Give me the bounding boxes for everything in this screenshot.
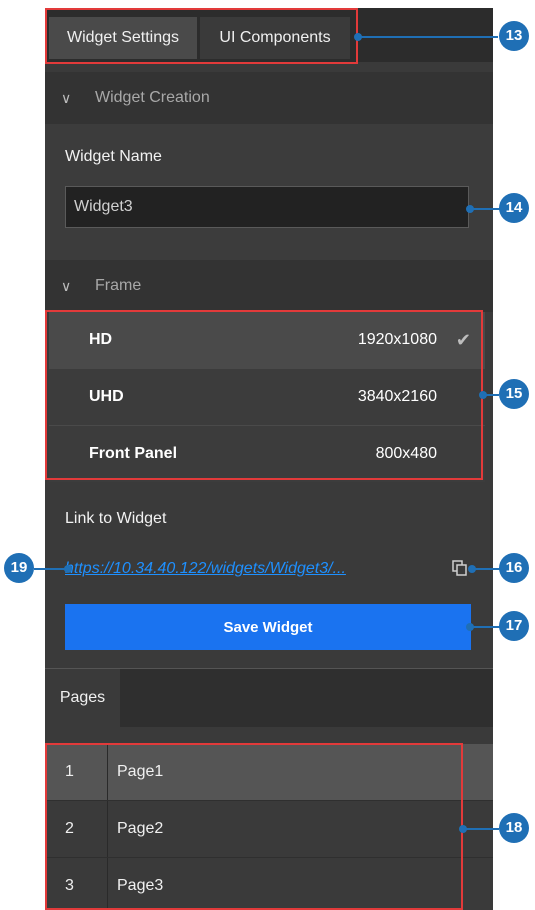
callout-dot: [468, 565, 476, 573]
callout-17: 17: [499, 611, 529, 641]
tab-widget-settings[interactable]: Widget Settings: [49, 17, 197, 59]
frame-option-resolution: 3840x2160: [357, 388, 437, 405]
pages-tab-bar: Pages: [45, 668, 493, 727]
page-number: 3: [65, 877, 74, 894]
widget-creation-title: Widget Creation: [95, 89, 210, 106]
widget-name-input[interactable]: [65, 186, 469, 228]
callout-connector: [470, 208, 500, 210]
frame-option-resolution: 1920x1080: [357, 331, 437, 348]
callout-dot: [354, 33, 362, 41]
widget-creation-header[interactable]: ∨ Widget Creation: [45, 72, 493, 124]
callout-13: 13: [499, 21, 529, 51]
callout-18: 18: [499, 813, 529, 843]
page-number: 2: [65, 820, 74, 837]
top-tab-bar: Widget Settings UI Components: [45, 8, 493, 62]
column-divider: [107, 858, 108, 910]
frame-option-front-panel[interactable]: Front Panel 800x480: [49, 426, 485, 482]
callout-connector: [470, 626, 500, 628]
page-name: Page2: [117, 820, 164, 837]
page-row[interactable]: 3 Page3: [45, 858, 493, 910]
callout-dot: [466, 205, 474, 213]
page-number: 1: [65, 763, 74, 780]
frame-header[interactable]: ∨ Frame: [45, 260, 493, 312]
check-icon: ✔: [455, 330, 471, 350]
callout-dot: [479, 391, 487, 399]
tab-ui-components[interactable]: UI Components: [200, 17, 350, 59]
widget-name-label: Widget Name: [65, 148, 162, 165]
callout-dot: [466, 623, 474, 631]
callout-connector: [358, 36, 498, 38]
column-divider: [107, 744, 108, 800]
callout-14: 14: [499, 193, 529, 223]
page-row[interactable]: 1 Page1: [45, 744, 493, 801]
frame-option-resolution: 800x480: [375, 445, 437, 462]
callout-15: 15: [499, 379, 529, 409]
column-divider: [107, 801, 108, 857]
page-name: Page3: [117, 877, 164, 894]
frame-title: Frame: [95, 277, 142, 294]
callout-connector: [472, 568, 500, 570]
callout-connector: [463, 828, 499, 830]
frame-option-uhd[interactable]: UHD 3840x2160: [49, 369, 485, 426]
callout-dot: [64, 565, 72, 573]
callout-19: 19: [4, 553, 34, 583]
copy-icon[interactable]: [450, 558, 470, 578]
chevron-down-icon: ∨: [61, 278, 72, 294]
frame-option-hd[interactable]: HD 1920x1080 ✔: [49, 312, 485, 369]
frame-option-name: HD: [89, 331, 113, 348]
page-name: Page1: [117, 763, 164, 780]
tab-pages[interactable]: Pages: [45, 669, 120, 727]
link-to-widget-label: Link to Widget: [65, 510, 167, 527]
callout-16: 16: [499, 553, 529, 583]
widget-link[interactable]: https://10.34.40.122/widgets/Widget3/...: [65, 560, 425, 578]
chevron-down-icon: ∨: [61, 90, 72, 106]
widget-settings-panel: Widget Settings UI Components ∨ Widget C…: [45, 8, 493, 910]
widget-creation-body: Widget Name: [45, 124, 493, 260]
callout-dot: [459, 825, 467, 833]
save-widget-button[interactable]: Save Widget: [65, 604, 471, 650]
frame-option-name: Front Panel: [89, 445, 178, 462]
page-row[interactable]: 2 Page2: [45, 801, 493, 858]
frame-option-name: UHD: [89, 388, 124, 405]
